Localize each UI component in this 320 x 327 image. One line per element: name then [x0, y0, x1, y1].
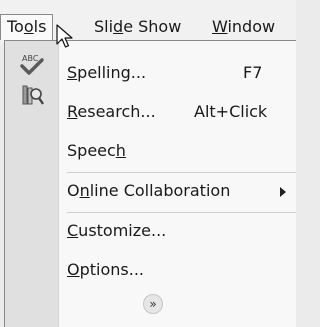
spelling-abc-check-icon: ABC	[20, 54, 44, 75]
menu-item-research[interactable]: Research... Alt+Click	[67, 97, 296, 127]
tools-dropdown-menu: ABC Spelling... F7 Research... Alt+Click…	[4, 40, 296, 327]
menu-slide-show[interactable]: Slide Show	[88, 14, 187, 40]
menu-separator	[67, 172, 296, 173]
menu-bar: Tools Slide Show Window	[0, 0, 296, 44]
mouse-pointer-icon	[56, 24, 73, 48]
menu-separator	[67, 212, 296, 213]
menu-item-speech[interactable]: Speech	[67, 136, 296, 166]
shortcut-label: Alt+Click	[194, 102, 268, 121]
menu-window[interactable]: Window	[206, 14, 281, 40]
expand-menu-icon[interactable]: »	[143, 294, 163, 314]
submenu-arrow-icon	[280, 187, 286, 197]
menu-item-online-collaboration[interactable]: Online Collaboration	[67, 176, 296, 206]
research-books-icon	[22, 85, 44, 105]
shortcut-label: F7	[243, 63, 263, 82]
menu-item-options[interactable]: Options...	[67, 255, 296, 285]
menu-item-customize[interactable]: Customize...	[67, 216, 296, 246]
svg-text:ABC: ABC	[22, 54, 39, 63]
menu-tools[interactable]: Tools	[0, 14, 54, 40]
menu-item-spelling[interactable]: Spelling... F7	[67, 58, 296, 88]
